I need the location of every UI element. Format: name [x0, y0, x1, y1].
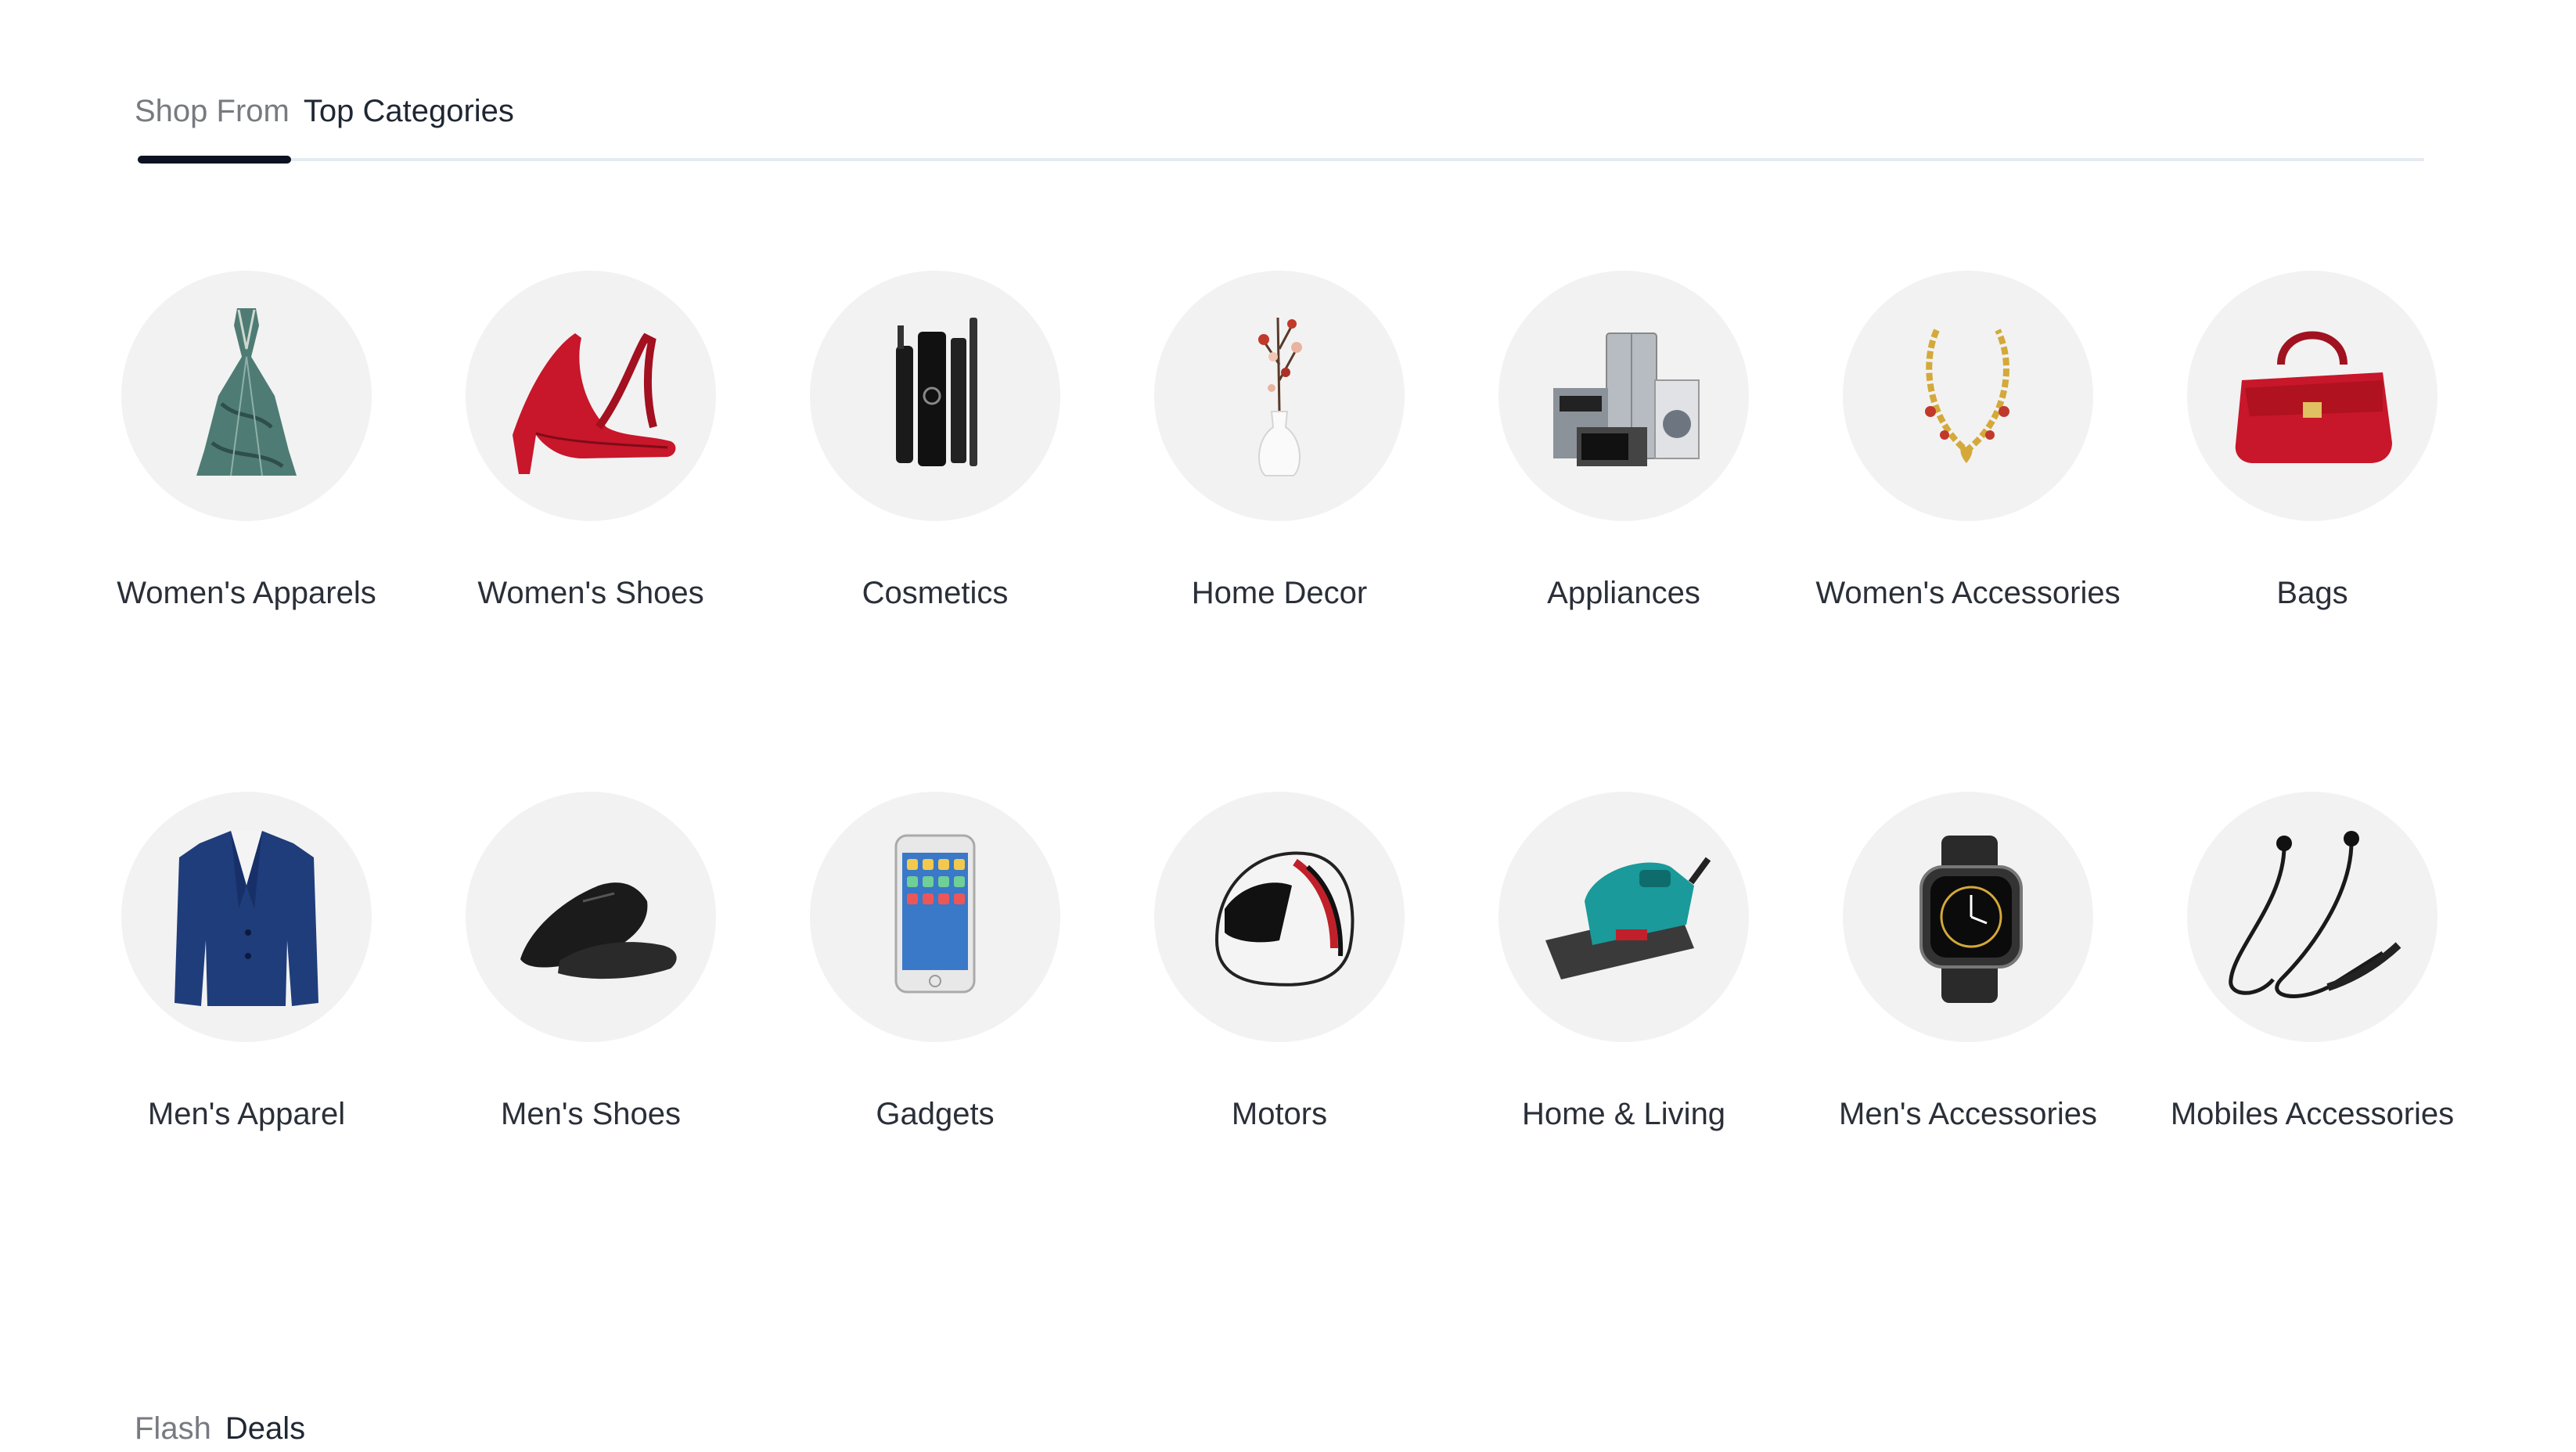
category-label: Women's Accessories — [1815, 576, 2121, 610]
category-item-gadgets[interactable]: Gadgets — [763, 792, 1107, 1138]
section-heading-top-categories: Shop From Top Categories — [135, 88, 514, 135]
heading-prefix: Shop From — [135, 94, 290, 128]
category-item-mobiles-accessories[interactable]: Mobiles Accessories — [2140, 792, 2484, 1138]
category-item-womens-shoes[interactable]: Women's Shoes — [419, 271, 763, 616]
dress-icon — [121, 271, 372, 521]
cosmetics-icon — [810, 271, 1060, 521]
smartwatch-icon — [1843, 792, 2093, 1042]
category-label: Men's Apparel — [147, 1097, 346, 1131]
category-item-womens-accessories[interactable]: Women's Accessories — [1796, 271, 2140, 616]
high-heel-icon — [466, 271, 716, 521]
vase-icon — [1154, 271, 1405, 521]
category-item-womens-apparels[interactable]: Women's Apparels — [74, 271, 419, 616]
category-item-appliances[interactable]: Appliances — [1452, 271, 1796, 616]
appliances-icon — [1498, 271, 1749, 521]
heading-prefix: Flash — [135, 1411, 211, 1446]
category-label: Home & Living — [1521, 1097, 1726, 1131]
category-label: Motors — [1231, 1097, 1328, 1131]
category-item-home-living[interactable]: Home & Living — [1452, 792, 1796, 1138]
category-label: Bags — [2276, 576, 2348, 610]
category-label: Men's Shoes — [501, 1097, 681, 1131]
earphones-icon — [2187, 792, 2437, 1042]
dress-shoes-icon — [466, 792, 716, 1042]
handbag-icon — [2187, 271, 2437, 521]
category-label: Cosmetics — [862, 576, 1009, 610]
category-item-mens-shoes[interactable]: Men's Shoes — [419, 792, 763, 1138]
category-item-mens-accessories[interactable]: Men's Accessories — [1796, 792, 2140, 1138]
category-label: Mobiles Accessories — [2170, 1097, 2455, 1131]
category-item-mens-apparel[interactable]: Men's Apparel — [74, 792, 419, 1138]
category-label: Women's Apparels — [117, 576, 376, 610]
heading-underline — [138, 158, 2424, 161]
helmet-icon — [1154, 792, 1405, 1042]
category-label: Men's Accessories — [1839, 1097, 2097, 1131]
category-label: Appliances — [1547, 576, 1700, 610]
section-heading-flash-deals: Flash Deals — [135, 1405, 305, 1452]
category-item-home-decor[interactable]: Home Decor — [1107, 271, 1452, 616]
category-label: Home Decor — [1191, 576, 1368, 610]
heading-title: Top Categories — [303, 94, 514, 128]
heading-title: Deals — [225, 1411, 306, 1446]
blazer-icon — [121, 792, 372, 1042]
category-label: Gadgets — [876, 1097, 995, 1131]
category-item-motors[interactable]: Motors — [1107, 792, 1452, 1138]
category-item-bags[interactable]: Bags — [2140, 271, 2484, 616]
heading-underline-accent — [138, 156, 291, 164]
smartphone-icon — [810, 792, 1060, 1042]
category-label: Women's Shoes — [477, 576, 704, 610]
category-item-cosmetics[interactable]: Cosmetics — [763, 271, 1107, 616]
necklace-icon — [1843, 271, 2093, 521]
power-planer-icon — [1498, 792, 1749, 1042]
